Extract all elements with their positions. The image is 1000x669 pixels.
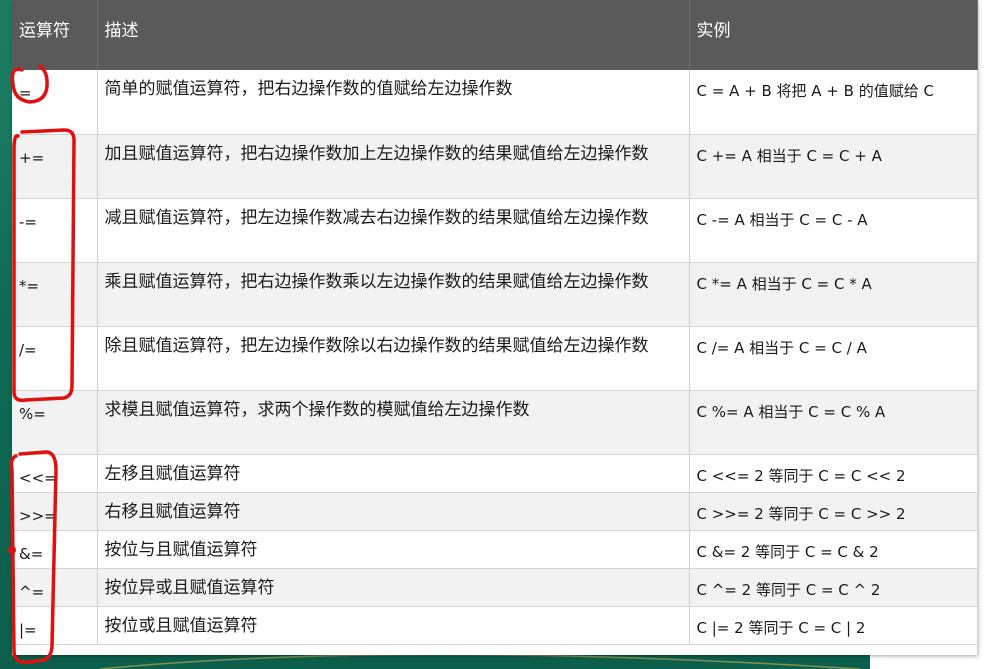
table-row: &= 按位与且赋值运算符 C &= 2 等同于 C = C & 2: [12, 530, 978, 569]
operator-cell: ^=: [12, 568, 98, 607]
table-row: >>= 右移且赋值运算符 C >>= 2 等同于 C = C >> 2: [12, 492, 978, 531]
description-cell: 右移且赋值运算符: [97, 492, 690, 531]
table-row: <<= 左移且赋值运算符 C <<= 2 等同于 C = C << 2: [12, 454, 978, 493]
example-cell: C *= A 相当于 C = C * A: [689, 262, 978, 327]
table-row: /= 除且赋值运算符，把左边操作数除以右边操作数的结果赋值给左边操作数 C /=…: [12, 326, 978, 391]
example-cell: C ^= 2 等同于 C = C ^ 2: [689, 568, 978, 607]
example-cell: C |= 2 等同于 C = C | 2: [689, 606, 978, 645]
table-row: -= 减且赋值运算符，把左边操作数减去右边操作数的结果赋值给左边操作数 C -=…: [12, 198, 978, 263]
table-row: *= 乘且赋值运算符，把右边操作数乘以左边操作数的结果赋值给左边操作数 C *=…: [12, 262, 978, 327]
operator-cell: >>=: [12, 492, 98, 531]
description-cell: 按位与且赋值运算符: [97, 530, 690, 569]
description-cell: 乘且赋值运算符，把右边操作数乘以左边操作数的结果赋值给左边操作数: [97, 262, 690, 327]
operator-cell: =: [12, 70, 98, 135]
operator-cell: <<=: [12, 454, 98, 493]
operator-cell: *=: [12, 262, 98, 327]
description-cell: 加且赋值运算符，把右边操作数加上左边操作数的结果赋值给左边操作数: [97, 134, 690, 199]
example-cell: C &= 2 等同于 C = C & 2: [689, 530, 978, 569]
example-cell: C %= A 相当于 C = C % A: [689, 390, 978, 455]
operator-cell: |=: [12, 606, 98, 645]
table-row: = 简单的赋值运算符，把右边操作数的值赋给左边操作数 C = A + B 将把 …: [12, 70, 978, 135]
description-cell: 除且赋值运算符，把左边操作数除以右边操作数的结果赋值给左边操作数: [97, 326, 690, 391]
operator-cell: &=: [12, 530, 98, 569]
example-cell: C += A 相当于 C = C + A: [689, 134, 978, 199]
example-cell: C = A + B 将把 A + B 的值赋给 C: [689, 70, 978, 135]
example-cell: C /= A 相当于 C = C / A: [689, 326, 978, 391]
description-cell: 简单的赋值运算符，把右边操作数的值赋给左边操作数: [97, 70, 690, 135]
table-row: ^= 按位异或且赋值运算符 C ^= 2 等同于 C = C ^ 2: [12, 568, 978, 607]
header-description: 描述: [97, 0, 690, 70]
assignment-operators-table: 运算符 描述 实例 = 简单的赋值运算符，把右边操作数的值赋给左边操作数 C =…: [12, 0, 978, 655]
example-cell: C >>= 2 等同于 C = C >> 2: [689, 492, 978, 531]
table-row: %= 求模且赋值运算符，求两个操作数的模赋值给左边操作数 C %= A 相当于 …: [12, 390, 978, 455]
header-example: 实例: [689, 0, 978, 70]
table-header-row: 运算符 描述 实例: [12, 0, 978, 70]
operator-cell: -=: [12, 198, 98, 263]
operator-cell: /=: [12, 326, 98, 391]
operators-table: 运算符 描述 实例 = 简单的赋值运算符，把右边操作数的值赋给左边操作数 C =…: [12, 0, 978, 645]
operator-cell: +=: [12, 134, 98, 199]
description-cell: 求模且赋值运算符，求两个操作数的模赋值给左边操作数: [97, 390, 690, 455]
description-cell: 减且赋值运算符，把左边操作数减去右边操作数的结果赋值给左边操作数: [97, 198, 690, 263]
description-cell: 左移且赋值运算符: [97, 454, 690, 493]
example-cell: C -= A 相当于 C = C - A: [689, 198, 978, 263]
table-row: |= 按位或且赋值运算符 C |= 2 等同于 C = C | 2: [12, 606, 978, 645]
table-row: += 加且赋值运算符，把右边操作数加上左边操作数的结果赋值给左边操作数 C +=…: [12, 134, 978, 199]
operator-cell: %=: [12, 390, 98, 455]
description-cell: 按位异或且赋值运算符: [97, 568, 690, 607]
header-operator: 运算符: [12, 0, 98, 70]
description-cell: 按位或且赋值运算符: [97, 606, 690, 645]
example-cell: C <<= 2 等同于 C = C << 2: [689, 454, 978, 493]
